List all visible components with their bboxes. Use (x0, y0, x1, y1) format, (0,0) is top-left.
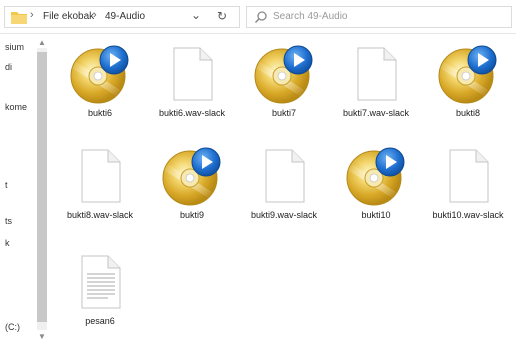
file-name: bukti6 (87, 108, 113, 118)
file-name: bukti9 (179, 210, 205, 220)
file-item[interactable]: bukti7 (240, 42, 328, 119)
file-name: bukti10.wav-slack (432, 210, 504, 220)
scrollbar-thumb[interactable] (37, 52, 47, 322)
scroll-up-icon[interactable]: ▲ (38, 38, 46, 47)
audio-file-icon (254, 45, 313, 104)
nav-item[interactable]: ts (5, 216, 12, 226)
file-item[interactable]: bukti9 (148, 144, 236, 221)
text-file-icon (81, 255, 121, 309)
file-item[interactable]: bukti8.wav-slack (56, 144, 144, 221)
address-bar[interactable]: › File ekobak › 49-Audio ⌄ ↻ (4, 6, 240, 28)
file-name: bukti7 (271, 108, 297, 118)
search-icon (254, 11, 267, 24)
blank-file-icon (265, 149, 305, 203)
file-item[interactable]: bukti6 (56, 42, 144, 119)
navigation-pane: sium di kome t ts k (C:) ▲ ▼ (0, 34, 50, 345)
file-name: bukti10 (361, 210, 391, 220)
file-item[interactable]: bukti8 (424, 42, 512, 119)
file-name: bukti9.wav-slack (250, 210, 318, 220)
breadcrumb-separator: › (30, 9, 34, 21)
blank-file-icon (173, 47, 213, 101)
search-box[interactable]: Search 49-Audio (246, 6, 512, 28)
nav-item[interactable]: di (5, 62, 12, 72)
chevron-down-icon[interactable]: ⌄ (191, 8, 201, 22)
scroll-down-icon[interactable]: ▼ (38, 332, 46, 341)
blank-file-icon (81, 149, 121, 203)
nav-item[interactable]: t (5, 180, 8, 190)
audio-file-icon (162, 147, 221, 206)
refresh-icon[interactable]: ↻ (217, 9, 227, 23)
audio-file-icon (438, 45, 497, 104)
breadcrumb-49-audio[interactable]: 49-Audio (105, 11, 145, 22)
file-item[interactable]: bukti9.wav-slack (240, 144, 328, 221)
file-item[interactable]: bukti6.wav-slack (148, 42, 236, 119)
audio-file-icon (70, 45, 129, 104)
file-name: bukti8.wav-slack (66, 210, 134, 220)
file-grid: bukti6 bukti6.wav-slack bukti7 bukti7.wa… (56, 34, 516, 345)
nav-item-drive-c[interactable]: (C:) (5, 322, 20, 332)
file-explorer-window: › File ekobak › 49-Audio ⌄ ↻ Search 49-A… (0, 0, 516, 345)
file-item[interactable]: bukti10.wav-slack (424, 144, 512, 221)
nav-item[interactable]: sium (5, 42, 24, 52)
nav-item[interactable]: k (5, 238, 10, 248)
search-input[interactable]: Search 49-Audio (273, 11, 348, 22)
folder-icon (11, 12, 27, 24)
file-item[interactable]: bukti7.wav-slack (332, 42, 420, 119)
file-name: bukti6.wav-slack (158, 108, 226, 118)
file-item[interactable]: pesan6 (56, 250, 144, 327)
file-name: bukti7.wav-slack (342, 108, 410, 118)
blank-file-icon (357, 47, 397, 101)
file-name: bukti8 (455, 108, 481, 118)
file-item[interactable]: bukti10 (332, 144, 420, 221)
breadcrumb-file-ekobak[interactable]: File ekobak (43, 11, 94, 22)
audio-file-icon (346, 147, 405, 206)
file-name: pesan6 (85, 316, 115, 326)
breadcrumb-separator: › (93, 9, 97, 21)
blank-file-icon (449, 149, 489, 203)
address-toolbar: › File ekobak › 49-Audio ⌄ ↻ Search 49-A… (0, 0, 516, 34)
nav-item[interactable]: kome (5, 102, 27, 112)
